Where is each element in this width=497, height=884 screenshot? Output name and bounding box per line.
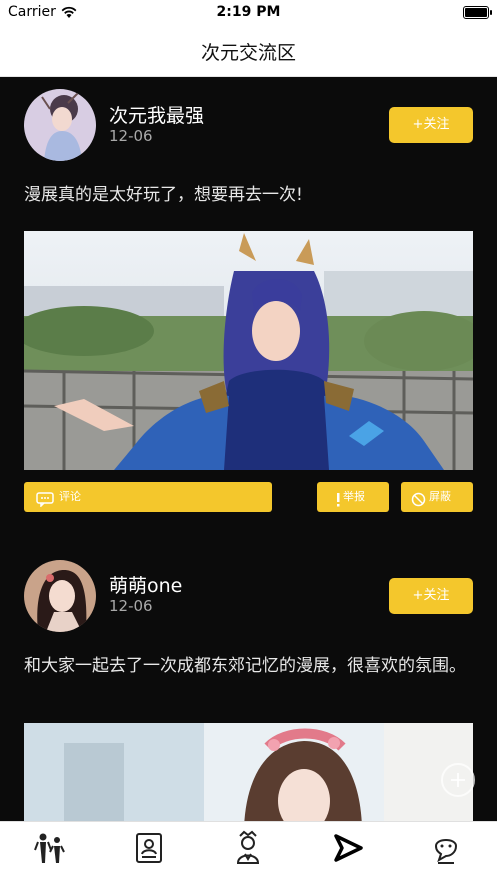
follow-button[interactable]: +关注 xyxy=(389,578,473,614)
post-date: 12-06 xyxy=(109,597,153,615)
send-icon xyxy=(334,834,363,862)
report-button[interactable]: 举报 xyxy=(317,482,389,512)
report-label: 举报 xyxy=(343,490,365,503)
battery-icon xyxy=(463,6,492,19)
status-bar: Carrier 2:19 PM xyxy=(0,0,497,26)
chat-icon xyxy=(434,839,458,864)
comment-label: 评论 xyxy=(59,490,81,503)
tab-characters[interactable] xyxy=(228,828,268,868)
avatar[interactable] xyxy=(24,560,96,632)
nav-bar: 次元交流区 xyxy=(0,26,497,77)
tab-discover[interactable] xyxy=(327,828,367,868)
tab-bar xyxy=(0,821,497,884)
tab-profile-card[interactable] xyxy=(129,828,169,868)
clock: 2:19 PM xyxy=(216,4,281,20)
page-title: 次元交流区 xyxy=(200,42,296,64)
block-button[interactable]: 屏蔽 xyxy=(401,482,473,512)
tab-community[interactable] xyxy=(30,828,70,868)
post-feed[interactable]: 次元我最强 12-06 +关注 漫展真的是太好玩了，想要再去一次! 评论 举报 … xyxy=(0,77,497,821)
post-photo[interactable] xyxy=(24,723,473,821)
post-photo[interactable] xyxy=(24,231,473,470)
add-post-button[interactable] xyxy=(441,763,475,797)
exclamation-icon xyxy=(335,489,341,519)
post-username[interactable]: 次元我最强 xyxy=(109,101,204,128)
block-icon xyxy=(411,489,426,519)
character-icon xyxy=(236,830,260,864)
post-text: 漫展真的是太好玩了，想要再去一次! xyxy=(24,185,303,205)
id-card-icon xyxy=(136,833,162,863)
people-icon xyxy=(34,833,65,863)
post-username[interactable]: 萌萌one xyxy=(109,571,182,598)
post-date: 12-06 xyxy=(109,127,153,145)
block-label: 屏蔽 xyxy=(429,490,451,503)
post-text: 和大家一起去了一次成都东郊记忆的漫展，很喜欢的氛围。 xyxy=(24,656,466,676)
comment-button[interactable]: 评论 xyxy=(24,482,272,512)
follow-button[interactable]: +关注 xyxy=(389,107,473,143)
avatar[interactable] xyxy=(24,89,96,161)
comment-icon xyxy=(36,489,54,519)
tab-messages[interactable] xyxy=(426,828,466,868)
